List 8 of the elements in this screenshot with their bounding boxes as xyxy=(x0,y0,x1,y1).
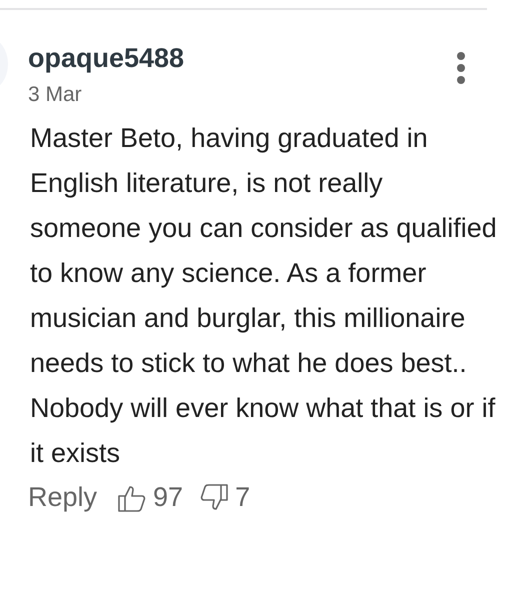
comment-date: 3 Mar xyxy=(28,82,83,108)
reply-button[interactable]: Reply xyxy=(28,482,98,513)
username[interactable]: opaque5488 xyxy=(28,41,184,75)
thumbs-down-icon[interactable] xyxy=(199,482,230,512)
more-options-icon[interactable] xyxy=(456,51,466,85)
comment-text: Master Beto, having graduated in English literature, is not really someone you can consider as qualified to know any science. As a former musician and burglar, this millionaire needs to stick to what he does best.. Nobody will ever know what that is or if it exists xyxy=(30,122,498,470)
downvote-count: 7 xyxy=(235,482,250,513)
upvote-count: 97 xyxy=(153,482,184,513)
